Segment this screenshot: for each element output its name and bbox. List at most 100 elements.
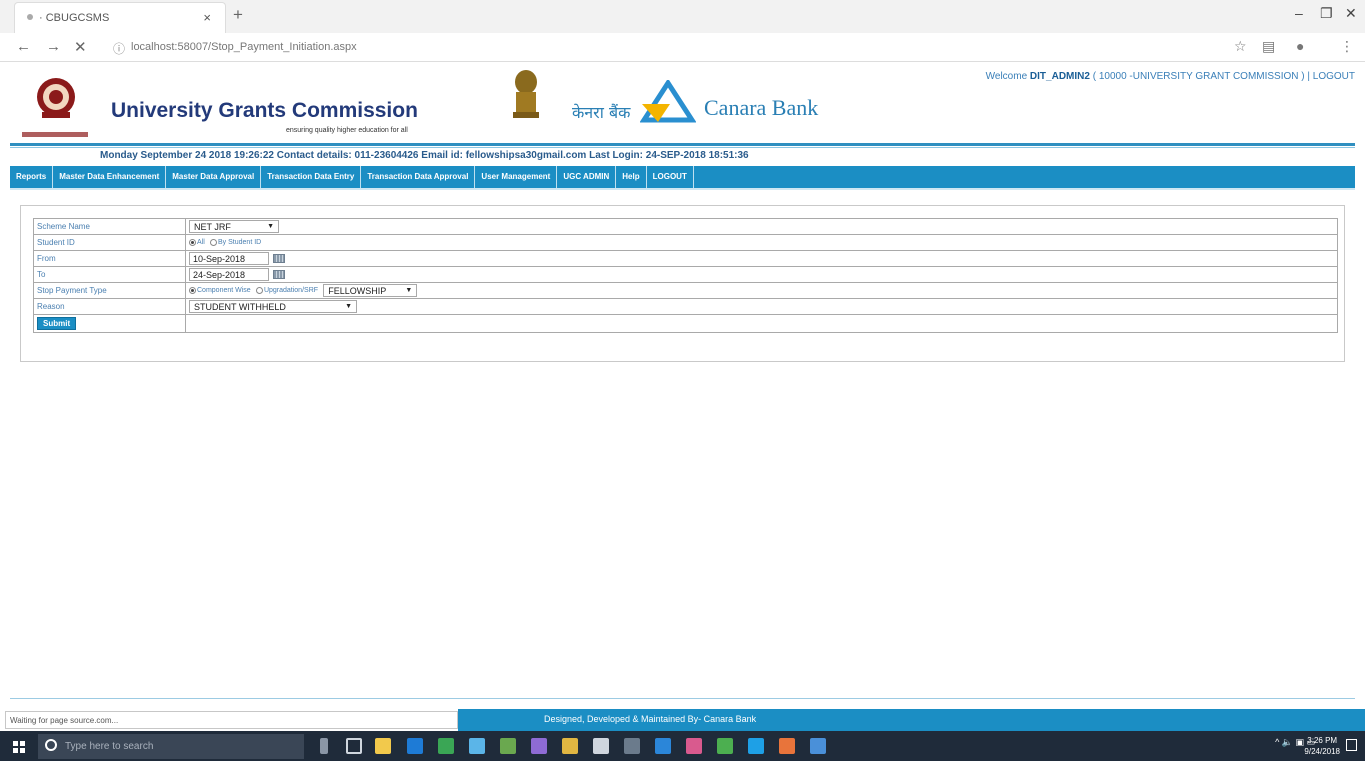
forward-icon[interactable]: → xyxy=(46,38,61,55)
to-label: To xyxy=(33,266,186,283)
welcome-org: ( 10000 -UNIVERSITY GRANT COMMISSION ) | xyxy=(1089,71,1313,82)
menu-ugc-admin[interactable]: UGC ADMIN xyxy=(557,166,617,188)
store-icon[interactable] xyxy=(438,738,454,754)
minimize-icon[interactable]: – xyxy=(1295,5,1303,21)
stop-icon[interactable]: ✕ xyxy=(74,38,87,56)
window-close-icon[interactable]: ✕ xyxy=(1345,5,1357,22)
menu-master-data-enhancement[interactable]: Master Data Enhancement xyxy=(53,166,167,188)
reason-label: Reason xyxy=(33,298,186,315)
form-row-scheme: Scheme Name NET JRF ▼ xyxy=(33,218,1338,235)
stop-payment-form: Scheme Name NET JRF ▼ Student ID All By S… xyxy=(20,205,1345,362)
from-label: From xyxy=(33,250,186,267)
footer-credit: Designed, Developed & Maintained By- Can… xyxy=(544,714,757,724)
microphone-icon[interactable] xyxy=(320,738,328,754)
notification-icon[interactable] xyxy=(1346,739,1357,751)
from-date-input[interactable]: 10-Sep-2018 xyxy=(189,252,269,265)
app2-icon[interactable] xyxy=(562,738,578,754)
maximize-icon[interactable]: ❐ xyxy=(1320,5,1333,22)
component-select[interactable]: FELLOWSHIP ▼ xyxy=(323,284,418,297)
new-tab-button[interactable]: + xyxy=(233,5,243,25)
chevron-down-icon: ▼ xyxy=(345,303,352,310)
stop-payment-type-label: Stop Payment Type xyxy=(33,282,186,299)
student-id-label: Student ID xyxy=(33,234,186,251)
task-view-icon[interactable] xyxy=(346,738,362,754)
reason-select[interactable]: STUDENT WITHHELD ▼ xyxy=(189,300,357,313)
component-wise-radio[interactable] xyxy=(189,287,196,294)
back-icon[interactable]: ← xyxy=(16,38,31,55)
tab-title: · CBUGCSMS xyxy=(39,12,110,24)
app5-icon[interactable] xyxy=(655,738,671,754)
student-all-radio[interactable] xyxy=(189,239,196,247)
clock-date: 9/24/2018 xyxy=(1304,747,1340,756)
org-title: University Grants Commission xyxy=(111,99,418,122)
url-input[interactable]: ⓘ localhost:58007/Stop_Payment_Initiatio… xyxy=(105,36,1215,58)
app-icon[interactable] xyxy=(469,738,485,754)
scheme-name-value: NET JRF xyxy=(194,222,231,232)
to-date-input[interactable]: 24-Sep-2018 xyxy=(189,268,269,281)
app4-icon[interactable] xyxy=(624,738,640,754)
component-value: FELLOWSHIP xyxy=(328,286,387,296)
menu-shadow xyxy=(10,188,1355,190)
file-explorer-icon[interactable] xyxy=(375,738,391,754)
upgradation-radio[interactable] xyxy=(255,287,263,294)
chevron-down-icon: ▼ xyxy=(267,223,274,230)
taskbar-search-input[interactable]: Type here to search xyxy=(38,734,304,759)
footer-divider xyxy=(10,698,1355,699)
url-text: localhost:58007/Stop_Payment_Initiation.… xyxy=(131,41,357,53)
bookmark-star-icon[interactable]: ☆ xyxy=(1234,38,1247,55)
app6-icon[interactable] xyxy=(686,738,702,754)
menu-master-data-approval[interactable]: Master Data Approval xyxy=(166,166,262,188)
info-icon[interactable]: ⓘ xyxy=(113,40,125,57)
org-tagline: ensuring quality higher education for al… xyxy=(286,127,408,134)
app7-icon[interactable] xyxy=(717,738,733,754)
clock-time: 3:26 PM xyxy=(1307,736,1338,745)
taskbar-clock[interactable]: 3:26 PM 9/24/2018 xyxy=(1304,735,1340,757)
form-table: Scheme Name NET JRF ▼ Student ID All By S… xyxy=(33,218,1338,333)
student-by-id-label: By Student ID xyxy=(218,239,262,247)
menu-transaction-data-entry[interactable]: Transaction Data Entry xyxy=(261,166,362,188)
form-row-stop-type: Stop Payment Type Component Wise Upgrada… xyxy=(33,282,1338,299)
browser-status-text: Waiting for page source.com... xyxy=(5,711,458,729)
header-divider xyxy=(10,143,1355,146)
visual-basic-icon[interactable] xyxy=(500,738,516,754)
bank-name: Canara Bank xyxy=(704,95,819,120)
taskbar-search-placeholder: Type here to search xyxy=(65,741,154,752)
menu-transaction-data-approval[interactable]: Transaction Data Approval xyxy=(361,166,476,188)
menu-user-management[interactable]: User Management xyxy=(475,166,558,188)
to-calendar-icon[interactable] xyxy=(273,270,285,279)
visual-studio-icon[interactable] xyxy=(531,738,547,754)
welcome-text: Welcome DIT_ADMIN2 ( 10000 -UNIVERSITY G… xyxy=(986,71,1355,82)
chevron-down-icon: ▼ xyxy=(405,287,413,294)
ugc-logo-icon xyxy=(22,78,88,137)
from-calendar-icon[interactable] xyxy=(273,254,285,263)
header-logout-link[interactable]: LOGOUT xyxy=(1313,71,1355,82)
chrome-icon[interactable] xyxy=(779,738,795,754)
windows-taskbar: Type here to search ^ 🔈 ▣ ▭ 3:26 PM 9/24… xyxy=(0,731,1365,761)
windows-start-icon[interactable] xyxy=(13,741,25,753)
profile-icon[interactable]: ● xyxy=(1296,38,1304,54)
form-row-reason: Reason STUDENT WITHHELD ▼ xyxy=(33,298,1338,315)
student-by-id-radio[interactable] xyxy=(210,239,218,247)
app8-icon[interactable] xyxy=(810,738,826,754)
national-emblem-icon xyxy=(513,70,539,118)
component-wise-label: Component Wise xyxy=(197,287,251,294)
menu-dots-icon[interactable]: ⋮ xyxy=(1340,38,1354,55)
reason-value: STUDENT WITHHELD xyxy=(194,302,286,312)
reader-icon[interactable]: ▤ xyxy=(1262,38,1275,55)
scheme-name-select[interactable]: NET JRF ▼ xyxy=(189,220,279,233)
tab-close-icon[interactable]: × xyxy=(203,10,211,25)
submit-button[interactable]: Submit xyxy=(37,317,77,330)
browser-tab[interactable]: · CBUGCSMS × xyxy=(14,2,226,33)
footer-bar: Designed, Developed & Maintained By- Can… xyxy=(458,709,1365,731)
main-menu: Reports Master Data Enhancement Master D… xyxy=(10,166,1355,188)
header-divider-light xyxy=(10,147,1355,148)
form-row-submit: Submit xyxy=(33,314,1338,333)
ie-icon[interactable] xyxy=(748,738,764,754)
menu-logout[interactable]: LOGOUT xyxy=(647,166,694,188)
canara-bank-logo-icon xyxy=(640,80,696,123)
menu-help[interactable]: Help xyxy=(616,166,647,188)
app3-icon[interactable] xyxy=(593,738,609,754)
welcome-prefix: Welcome xyxy=(985,71,1030,82)
menu-reports[interactable]: Reports xyxy=(10,166,54,188)
edge-icon[interactable] xyxy=(407,738,423,754)
